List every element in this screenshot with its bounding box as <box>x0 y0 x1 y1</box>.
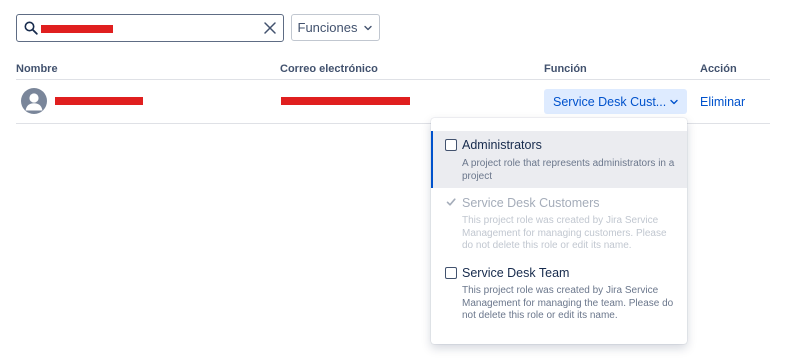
delete-user-link[interactable]: Eliminar <box>700 95 745 109</box>
redacted-search-text <box>41 25 113 33</box>
role-option-service-desk-customers: Service Desk Customers This project role… <box>431 194 687 258</box>
role-select[interactable]: Service Desk Cust... <box>544 89 687 114</box>
chevron-down-icon <box>364 25 373 30</box>
search-icon <box>24 21 38 35</box>
role-dropdown-menu: Administrators A project role that repre… <box>431 118 687 344</box>
redacted-user-email <box>281 97 410 105</box>
close-icon[interactable] <box>263 21 277 35</box>
search-field[interactable] <box>16 14 284 42</box>
role-option-title: Service Desk Customers <box>462 196 600 210</box>
column-header-role[interactable]: Función <box>544 63 587 75</box>
role-checkbox[interactable] <box>445 267 457 279</box>
role-option-description: This project role was created by Jira Se… <box>462 215 667 251</box>
user-avatar-icon <box>21 88 47 114</box>
column-header-name[interactable]: Nombre <box>16 63 58 75</box>
role-option-service-desk-team[interactable]: Service Desk Team This project role was … <box>431 264 687 328</box>
chevron-down-icon <box>670 99 678 105</box>
roles-filter-label: Funciones <box>297 20 358 35</box>
role-checkbox[interactable] <box>445 139 457 151</box>
role-option-title: Administrators <box>462 138 542 152</box>
role-option-administrators[interactable]: Administrators A project role that repre… <box>431 131 687 188</box>
role-select-value: Service Desk Cust... <box>553 94 667 109</box>
roles-filter-button[interactable]: Funciones <box>291 14 380 41</box>
role-option-title: Service Desk Team <box>462 266 570 280</box>
column-header-email[interactable]: Correo electrónico <box>280 63 378 75</box>
redacted-user-name <box>55 97 143 105</box>
checkmark-icon <box>446 198 456 206</box>
role-option-description: A project role that represents administr… <box>462 158 675 182</box>
role-option-description: This project role was created by Jira Se… <box>462 285 674 321</box>
header-divider <box>16 79 770 80</box>
column-header-action: Acción <box>700 63 737 75</box>
